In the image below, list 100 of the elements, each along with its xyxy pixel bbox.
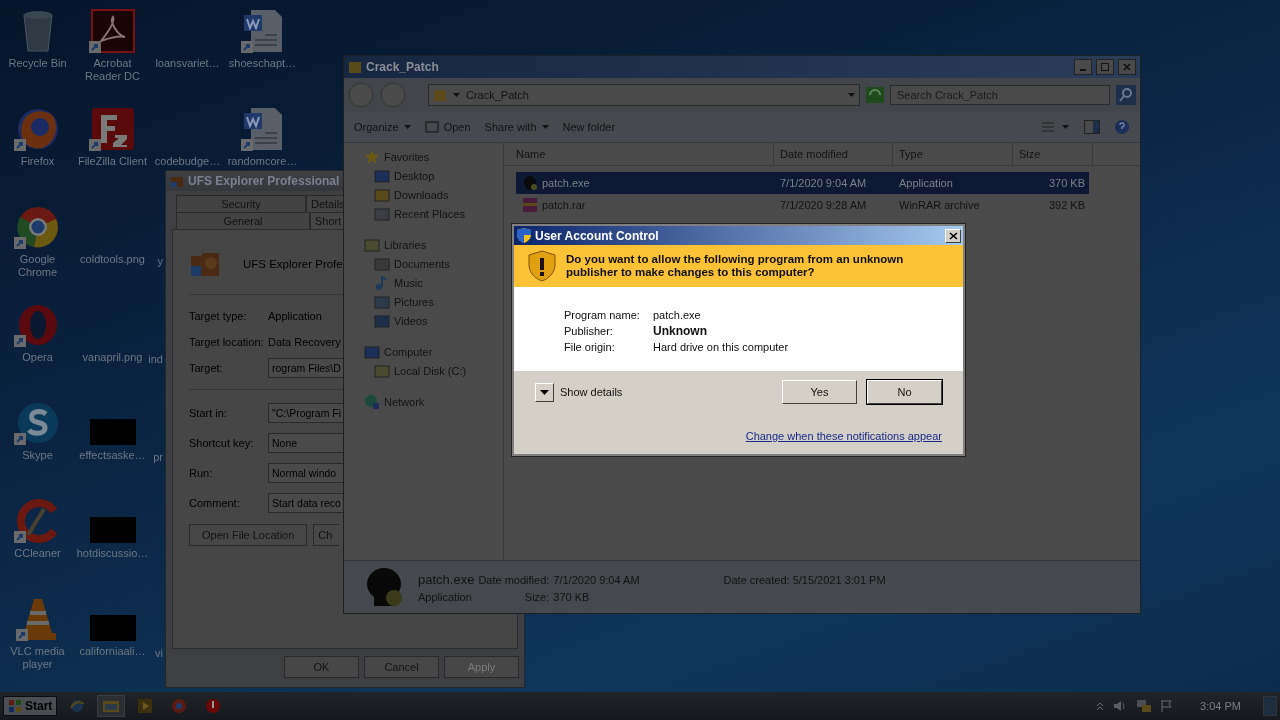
desktop-icon-label[interactable]: vanapril.png [76,351,149,364]
nav-item[interactable]: Music [344,273,503,292]
field-label: File origin: [564,341,616,353]
network-icon[interactable] [1136,699,1153,713]
file-thumbnail-icon [89,419,136,445]
clock[interactable]: 3:04 PM [1200,700,1241,712]
desktop-icon-label: pr [153,451,163,463]
file-row[interactable]: patch.exe 7/1/2020 9:04 AM Application 370 KB [516,172,1089,194]
desktop-icon-label[interactable]: Opera [1,351,74,364]
input-field[interactable]: None [268,433,343,453]
file-name: patch.exe [542,177,590,189]
desktop-icon-label[interactable]: Acrobat Reader DC [76,57,149,83]
refresh-icon[interactable] [866,87,884,103]
star-icon [364,148,380,165]
nav-item[interactable]: Favorites [344,147,503,166]
desktop-icon-label: y [157,255,163,267]
chrome-icon [15,205,60,249]
nav-item[interactable]: Downloads [344,185,503,204]
toolbar-button[interactable]: Open [424,120,471,134]
view-options-icon[interactable] [1042,121,1070,133]
desktop-icon-label[interactable]: hotdiscussio… [76,547,149,560]
forward-button[interactable] [380,82,406,108]
shortcut-arrow-icon [88,41,101,53]
desktop-icon-label: ind [148,353,163,365]
dialog-button[interactable]: No [867,380,942,404]
shortcut-name: UFS Explorer Profe [243,258,343,270]
toolbar-button[interactable]: Organize [354,121,411,133]
window-title: Crack_Patch [366,60,440,74]
field-label: Shortcut key: [189,437,255,449]
shortcut-arrow-icon [240,41,253,53]
close-icon [948,231,958,240]
word-document-icon [242,9,283,53]
shortcut-arrow-icon [13,531,26,543]
file-thumbnail-icon [89,615,136,641]
desktop-icon-label[interactable]: randomcore… [226,155,299,168]
preview-pane-icon[interactable] [1084,120,1100,134]
folder-icon [433,88,447,102]
search-icon[interactable] [1116,85,1136,105]
dialog-button[interactable]: Yes [782,380,857,404]
field-value: Application [268,310,322,322]
detail-label: Size: [523,590,550,603]
field-label: Target location: [189,336,265,348]
nav-item[interactable]: Computer [344,342,503,361]
minimize-button[interactable] [1074,59,1092,75]
input-field[interactable]: "C:\Program Fi [268,403,343,423]
address-bar[interactable]: Crack_Patch [428,84,860,106]
caret-icon [848,93,855,97]
window-title: UFS Explorer Professional [188,174,340,188]
shortcut-arrow-icon [15,629,28,641]
expand-button[interactable] [535,382,554,402]
close-icon [1123,63,1131,71]
desktop-icon-label[interactable]: coldtools.png [76,253,149,266]
desktop-icon-label[interactable]: californiaali… [76,645,149,658]
maximize-icon [1101,63,1109,71]
settings-link[interactable]: Change when these notifications appear [745,430,942,442]
show-desktop-button[interactable] [1263,696,1277,716]
target-field[interactable]: rogram Files\D [268,358,343,378]
shield-icon [517,228,531,243]
input-field[interactable]: Start data reco [268,493,343,513]
shortcut-arrow-icon [13,237,26,249]
desktop-icon-label[interactable]: shoeschapt… [226,57,299,70]
start-button[interactable]: Start [3,696,58,716]
caret-icon [453,93,460,97]
maximize-button[interactable] [1096,59,1114,75]
back-button[interactable] [348,82,374,108]
desktop-icon-label[interactable]: VLC media player [1,645,74,671]
column-header[interactable]: Name [504,143,774,165]
desktop-icon-label[interactable]: effectsaske… [76,449,149,462]
desktop-icon-label[interactable]: Firefox [1,155,74,168]
archive-icon [522,197,538,213]
help-icon[interactable] [1114,119,1130,135]
chevron-up-icon[interactable] [1096,701,1105,711]
browser-e-icon [69,698,86,714]
nav-item[interactable]: Network [344,392,503,411]
toolbar-button[interactable]: Share with [484,121,549,133]
flag-icon[interactable] [1160,699,1175,713]
folder-icon [374,167,390,184]
file-row[interactable]: patch.rar 7/1/2020 9:28 AM WinRAR archive 392 KB [516,194,1089,216]
nav-item[interactable]: Desktop [344,166,503,185]
input-field[interactable]: Normal windo [268,463,343,483]
file-name: patch.exe [418,571,475,587]
field-value: Unknown [653,324,707,338]
nav-item[interactable]: Recent Places [344,204,503,223]
folder-icon [374,312,390,329]
desktop-icon-label[interactable]: loansvariet… [151,57,224,70]
desktop-icon-label[interactable]: codebudge… [151,155,224,168]
field-value: patch.exe [653,309,701,321]
desktop-icon-label[interactable]: FileZilla Client [76,155,149,168]
desktop-icon-label[interactable]: Recycle Bin [1,57,74,70]
field-label: Comment: [189,497,241,509]
desktop-icon-label[interactable]: Skype [1,449,74,462]
dialog-title: User Account Control [535,228,660,243]
desktop-icon-label[interactable]: Google Chrome [1,253,74,279]
desktop-icon-label[interactable]: CCleaner [1,547,74,560]
field-label: Start in: [189,407,228,419]
window-icon [424,120,439,134]
chrome-icon [171,698,188,714]
shortcut-arrow-icon [88,139,101,151]
skype-icon [15,401,60,445]
nav-item[interactable]: Pictures [344,292,503,311]
